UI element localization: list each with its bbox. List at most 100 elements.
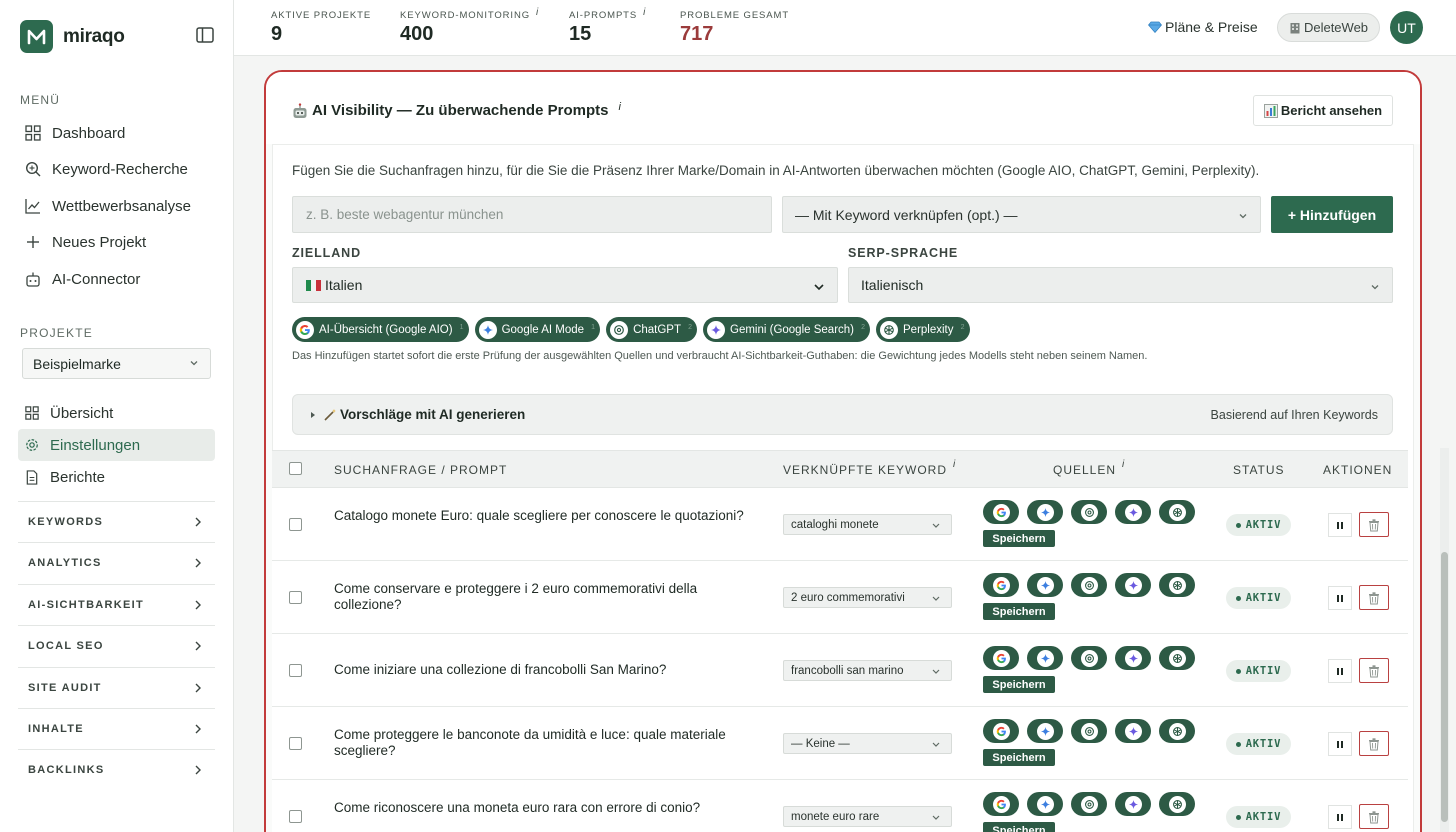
pause-button[interactable] — [1328, 732, 1352, 756]
ai-suggestions-toggle[interactable]: Vorschläge mit AI generieren Basierend a… — [292, 394, 1393, 435]
select-all-checkbox[interactable] — [289, 462, 302, 475]
save-sources-button[interactable]: Speichern — [983, 530, 1055, 547]
sidebar-item-ai-connector[interactable]: AI-Connector — [18, 263, 215, 295]
row-keyword-select[interactable]: cataloghi monete — [783, 514, 952, 535]
brand[interactable]: miraqo — [20, 20, 125, 53]
project-select[interactable]: Beispielmarke — [22, 348, 211, 379]
source-toggle-chatgpt[interactable] — [1071, 646, 1107, 670]
source-toggle-google-aio[interactable] — [983, 500, 1019, 524]
scrollbar-thumb[interactable] — [1441, 552, 1448, 822]
group-label: KEYWORDS — [28, 516, 104, 528]
info-icon[interactable]: i — [1122, 459, 1124, 477]
row-checkbox[interactable] — [289, 664, 302, 677]
row-prompt: Come conservare e proteggere i 2 euro co… — [334, 581, 698, 612]
source-chip-gemini[interactable]: Gemini (Google Search) 2 — [703, 317, 870, 342]
sidebar-group-local-seo[interactable]: LOCAL SEO — [18, 625, 215, 666]
source-toggle-gemini[interactable] — [1115, 646, 1151, 670]
stat-label: AKTIVE PROJEKTE — [271, 10, 372, 21]
source-toggle-perplexity[interactable] — [1159, 500, 1195, 524]
source-toggle-gemini[interactable] — [1115, 792, 1151, 816]
source-toggle-perplexity[interactable] — [1159, 792, 1195, 816]
source-chip-perplexity[interactable]: Perplexity 2 — [876, 317, 970, 342]
table-scrollbar[interactable] — [1440, 448, 1449, 832]
source-chip-google-ai-mode[interactable]: Google AI Mode 1 — [474, 317, 601, 342]
info-icon[interactable]: i — [536, 7, 539, 21]
source-chip-google-aio[interactable]: AI-Übersicht (Google AIO) 1 — [292, 317, 469, 342]
delete-button[interactable] — [1359, 731, 1389, 756]
save-sources-button[interactable]: Speichern — [983, 603, 1055, 620]
delete-button[interactable] — [1359, 512, 1389, 537]
source-toggle-gemini[interactable] — [1115, 573, 1151, 597]
pause-button[interactable] — [1328, 586, 1352, 610]
source-toggle-chatgpt[interactable] — [1071, 719, 1107, 743]
pause-button[interactable] — [1328, 513, 1352, 537]
sidebar-group-ai-sichtbarkeit[interactable]: AI-SICHTBARKEIT — [18, 584, 215, 625]
info-icon[interactable]: i — [953, 459, 955, 477]
prompt-input[interactable]: z. B. beste webagentur münchen — [292, 196, 772, 233]
row-checkbox[interactable] — [289, 591, 302, 604]
sidebar-group-inhalte[interactable]: INHALTE — [18, 708, 215, 749]
source-toggle-chatgpt[interactable] — [1071, 792, 1107, 816]
sparkle-icon — [1036, 576, 1054, 594]
source-toggle-google-aio[interactable] — [983, 719, 1019, 743]
pause-button[interactable] — [1328, 805, 1352, 829]
sidebar-item-wettbewerbsanalyse[interactable]: Wettbewerbsanalyse — [18, 190, 215, 222]
sidebar-group-site-audit[interactable]: SITE AUDIT — [18, 667, 215, 708]
ai-suggestions-title: Vorschläge mit AI generieren — [323, 407, 525, 422]
source-toggle-chatgpt[interactable] — [1071, 573, 1107, 597]
row-keyword-select[interactable]: francobolli san marino — [783, 660, 952, 681]
info-icon[interactable]: i — [618, 101, 620, 113]
avatar[interactable]: UT — [1390, 11, 1423, 44]
save-sources-button[interactable]: Speichern — [983, 822, 1055, 832]
source-toggle-google-aio[interactable] — [983, 792, 1019, 816]
source-toggle-google-aio[interactable] — [983, 573, 1019, 597]
info-icon[interactable]: i — [643, 7, 646, 21]
add-prompt-button[interactable]: + Hinzufügen — [1271, 196, 1393, 233]
sidebar-group-analytics[interactable]: ANALYTICS — [18, 542, 215, 583]
country-select[interactable]: Italien — [292, 267, 838, 303]
row-checkbox[interactable] — [289, 810, 302, 823]
save-sources-button[interactable]: Speichern — [983, 676, 1055, 693]
source-chip-chatgpt[interactable]: ChatGPT 2 — [606, 317, 697, 342]
source-toggle-google-ai-mode[interactable] — [1027, 500, 1063, 524]
sidebar-toggle-icon[interactable] — [196, 27, 214, 43]
gemini-icon — [1124, 503, 1142, 521]
source-toggle-google-ai-mode[interactable] — [1027, 792, 1063, 816]
row-keyword-select[interactable]: — Keine — — [783, 733, 952, 754]
save-sources-button[interactable]: Speichern — [983, 749, 1055, 766]
source-toggle-perplexity[interactable] — [1159, 573, 1195, 597]
table-row: Come proteggere le banconote da umidità … — [272, 707, 1408, 780]
stat-label: PROBLEME GESAMT — [680, 10, 790, 21]
delete-button[interactable] — [1359, 658, 1389, 683]
pause-button[interactable] — [1328, 659, 1352, 683]
sidebar-item-keyword-recherche[interactable]: Keyword-Recherche — [18, 153, 215, 185]
source-toggle-google-ai-mode[interactable] — [1027, 719, 1063, 743]
source-toggle-chatgpt[interactable] — [1071, 500, 1107, 524]
sidebar-item-neues-projekt[interactable]: Neues Projekt — [18, 226, 215, 258]
delete-button[interactable] — [1359, 585, 1389, 610]
sidebar-item-berichte[interactable]: Berichte — [18, 461, 215, 493]
sidebar-group-keywords[interactable]: KEYWORDS — [18, 501, 215, 542]
source-toggle-google-ai-mode[interactable] — [1027, 573, 1063, 597]
keyword-link-select[interactable]: — Mit Keyword verknüpfen (opt.) — — [782, 196, 1261, 233]
website-switcher[interactable]: DeleteWeb — [1277, 13, 1380, 42]
sidebar-item-einstellungen[interactable]: Einstellungen — [18, 429, 215, 461]
plans-link[interactable]: Pläne & Preise — [1148, 19, 1258, 35]
source-toggle-google-aio[interactable] — [983, 646, 1019, 670]
sidebar-group-backlinks[interactable]: BACKLINKS — [18, 749, 215, 790]
sidebar-item-dashboard[interactable]: Dashboard — [18, 117, 215, 149]
row-prompt: Catalogo monete Euro: quale scegliere pe… — [334, 508, 744, 523]
source-toggle-google-ai-mode[interactable] — [1027, 646, 1063, 670]
row-checkbox[interactable] — [289, 737, 302, 750]
source-toggle-perplexity[interactable] — [1159, 719, 1195, 743]
source-toggle-gemini[interactable] — [1115, 719, 1151, 743]
row-checkbox[interactable] — [289, 518, 302, 531]
source-toggle-perplexity[interactable] — [1159, 646, 1195, 670]
view-report-button[interactable]: Bericht ansehen — [1253, 95, 1393, 126]
language-select[interactable]: Italienisch — [848, 267, 1393, 303]
row-keyword-select[interactable]: monete euro rare — [783, 806, 952, 827]
sidebar-item-uebersicht[interactable]: Übersicht — [18, 397, 215, 429]
delete-button[interactable] — [1359, 804, 1389, 829]
source-toggle-gemini[interactable] — [1115, 500, 1151, 524]
row-keyword-select[interactable]: 2 euro commemorativi — [783, 587, 952, 608]
